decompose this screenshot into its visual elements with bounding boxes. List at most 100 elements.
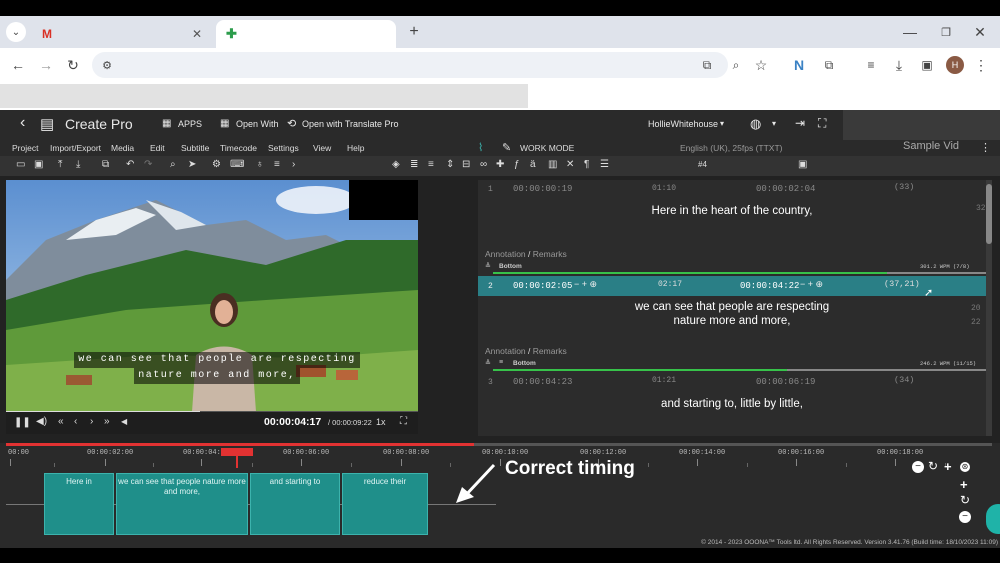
- reset-zoom-icon[interactable]: ↻: [928, 459, 938, 473]
- subtitle-text-line-1[interactable]: we can see that people are respecting: [478, 300, 986, 314]
- vertical-reset-icon[interactable]: ↻: [960, 493, 970, 507]
- columns-icon[interactable]: ⊟: [462, 159, 470, 170]
- open-with-translate-button[interactable]: Open with Translate Pro: [302, 119, 399, 129]
- zoom-in-icon[interactable]: +: [944, 459, 952, 474]
- chat-support-button[interactable]: [986, 504, 1000, 534]
- keyboard-icon[interactable]: ⌨: [230, 159, 244, 170]
- subtitle-text-block-2[interactable]: we can see that people are respecting na…: [478, 300, 986, 332]
- function-icon[interactable]: ƒ: [514, 159, 520, 170]
- scrollbar-thumb[interactable]: [986, 184, 992, 244]
- subtitle-block-4[interactable]: reduce their: [342, 473, 428, 535]
- user-dropdown-icon[interactable]: ▾: [720, 119, 724, 128]
- send-icon[interactable]: ➤: [188, 159, 196, 170]
- position-label[interactable]: Bottom: [499, 263, 522, 270]
- step-back-icon[interactable]: ‹: [74, 416, 77, 427]
- timeline[interactable]: 00:00 00:00:02:00 00:00:04:00 00:00:06:00 00…: [0, 443, 1000, 538]
- download-file-icon[interactable]: ⤓: [76, 159, 80, 170]
- list-icon[interactable]: ≡: [274, 159, 280, 170]
- address-bar[interactable]: ⚙ ⧉: [92, 52, 728, 78]
- speed-button[interactable]: 1x: [376, 417, 386, 427]
- upload-icon[interactable]: ⤒: [58, 159, 62, 170]
- chevron-right-icon[interactable]: ›: [292, 159, 295, 170]
- open-folder-icon[interactable]: ▭: [16, 159, 25, 170]
- subtitle-block-1[interactable]: Here in: [44, 473, 114, 535]
- menu-project[interactable]: Project: [12, 143, 38, 153]
- extensions-puzzle-icon[interactable]: ⧉: [820, 56, 838, 74]
- globe-icon[interactable]: ◍: [750, 116, 761, 132]
- settings-gear-icon[interactable]: ⚙: [212, 159, 221, 170]
- back-button[interactable]: ‹: [20, 114, 25, 132]
- timecode-in[interactable]: 00:00:00:19: [513, 184, 572, 194]
- menu-subtitle[interactable]: Subtitle: [181, 143, 209, 153]
- subtitle-block-3[interactable]: and starting to: [250, 473, 340, 535]
- annotation-label[interactable]: Annotation: [485, 249, 526, 259]
- step-forward-icon[interactable]: ›: [90, 416, 93, 427]
- subtitle-text[interactable]: and starting to, little by little,: [478, 398, 986, 410]
- copy-icon[interactable]: ⧉: [102, 159, 109, 170]
- window-close-icon[interactable]: ✕: [972, 22, 988, 42]
- skip-back-icon[interactable]: «: [58, 416, 64, 427]
- timecode-out[interactable]: 00:00:02:04: [756, 184, 815, 194]
- position-label[interactable]: Bottom: [513, 360, 536, 367]
- menu-view[interactable]: View: [313, 143, 331, 153]
- subtitle-text[interactable]: Here in the heart of the country,: [478, 205, 986, 217]
- apps-button[interactable]: APPS: [178, 119, 202, 129]
- menu-import-export[interactable]: Import/Export: [50, 143, 101, 153]
- close-icon[interactable]: ✕: [192, 27, 202, 41]
- language-dropdown-icon[interactable]: ▾: [772, 119, 776, 128]
- side-panel-icon[interactable]: ▣: [918, 56, 936, 74]
- menu-media[interactable]: Media: [111, 143, 134, 153]
- user-name[interactable]: HollieWhitehouse: [648, 119, 718, 129]
- rewind-icon[interactable]: ◀: [121, 417, 127, 426]
- subtitle-list-scrollbar[interactable]: [986, 180, 992, 436]
- link-icon[interactable]: ∞: [480, 159, 487, 170]
- back-icon[interactable]: ←: [8, 55, 28, 75]
- restore-icon[interactable]: ❐: [938, 22, 954, 42]
- remarks-label[interactable]: Remarks: [533, 249, 567, 259]
- layers-icon[interactable]: ◈: [392, 159, 400, 170]
- pause-icon[interactable]: ❚❚: [14, 417, 31, 428]
- timecode-in[interactable]: 00:00:04:23: [513, 377, 572, 387]
- align-center-icon[interactable]: ≣: [410, 159, 418, 170]
- browser-tab-ooona[interactable]: ✚: [216, 20, 396, 48]
- vertical-zoom-out-icon[interactable]: −: [959, 511, 971, 523]
- add-subtitle-icon[interactable]: ✚: [496, 159, 504, 170]
- frame-icon[interactable]: ▣: [798, 159, 807, 170]
- timecode-out[interactable]: 00:00:04:22: [740, 281, 799, 291]
- media-queue-icon[interactable]: ≡: [862, 56, 880, 74]
- bookmark-star-icon[interactable]: ☆: [752, 56, 770, 74]
- timecode-in[interactable]: 00:00:02:05: [513, 281, 572, 291]
- zoom-out-icon[interactable]: −: [912, 461, 924, 473]
- undo-icon[interactable]: ↶: [126, 159, 134, 170]
- site-settings-icon[interactable]: ⚙: [98, 56, 116, 74]
- find-icon[interactable]: ⌕: [170, 159, 176, 170]
- exit-icon[interactable]: ⇥: [795, 116, 805, 130]
- fullscreen-icon[interactable]: ⛶: [818, 116, 826, 131]
- video-player[interactable]: we can see that people are respecting na…: [6, 180, 418, 412]
- timecode-out[interactable]: 00:00:06:19: [756, 377, 815, 387]
- paragraph-icon[interactable]: ¶: [584, 159, 589, 170]
- volume-icon[interactable]: ◀): [36, 416, 47, 427]
- reload-icon[interactable]: ↻: [63, 55, 83, 75]
- waveform-mode-icon[interactable]: ⌇: [478, 141, 483, 154]
- subtitle-text-line-2[interactable]: nature more and more,: [478, 314, 986, 328]
- annotation-label[interactable]: Annotation: [485, 346, 526, 356]
- skip-forward-icon[interactable]: »: [104, 416, 110, 427]
- delete-icon[interactable]: ▥: [548, 159, 557, 170]
- subtitle-row-3[interactable]: 3 00:00:04:23 01:21 00:00:06:19 (34) and…: [478, 372, 986, 436]
- tab-search-icon[interactable]: ⌄: [6, 22, 26, 42]
- timecode-out-adjust[interactable]: − + ⊕: [800, 279, 823, 290]
- cross-icon[interactable]: ✕: [566, 159, 574, 170]
- text-format-icon[interactable]: ☰: [600, 159, 609, 170]
- work-mode-button[interactable]: WORK MODE: [520, 143, 574, 153]
- new-tab-button[interactable]: +: [404, 22, 424, 42]
- video-fullscreen-icon[interactable]: ⛶: [400, 416, 407, 427]
- extension-n-icon[interactable]: N: [790, 56, 808, 74]
- save-icon[interactable]: ▣: [34, 159, 43, 170]
- profile-avatar[interactable]: H: [946, 56, 964, 74]
- timecode-in-adjust[interactable]: − + ⊕: [574, 279, 597, 290]
- timeline-progress-track[interactable]: [6, 443, 992, 446]
- zoom-icon[interactable]: ⌕: [727, 56, 745, 74]
- zoom-fit-icon[interactable]: ⊛: [960, 462, 970, 472]
- menu-help[interactable]: Help: [347, 143, 364, 153]
